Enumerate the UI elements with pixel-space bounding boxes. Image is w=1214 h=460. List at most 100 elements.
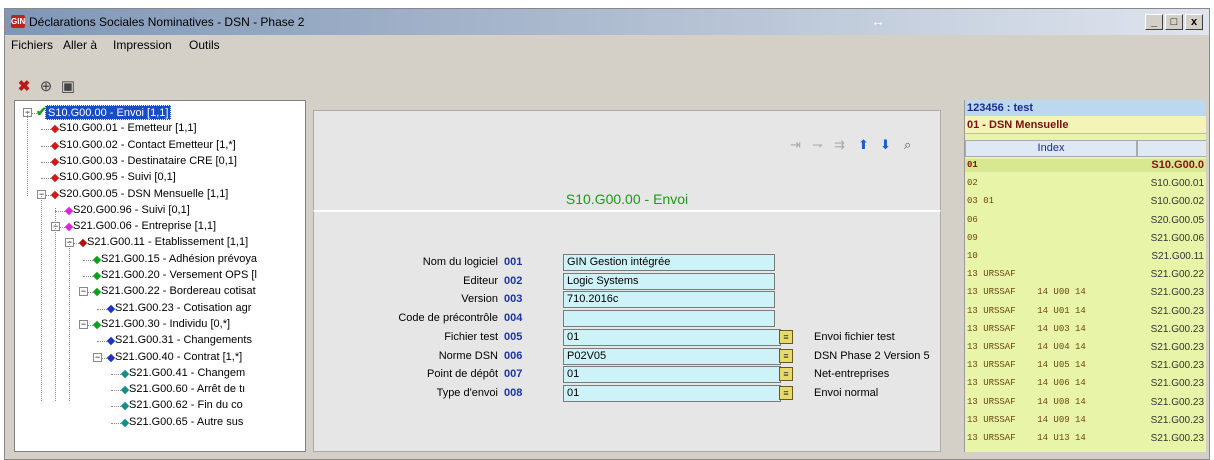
title-bar[interactable]: GIN Déclarations Sociales Nominatives - … <box>5 9 1209 35</box>
index-value: 13 URSSAF 14 U01 14 <box>967 305 1086 316</box>
field-input[interactable]: 01 <box>563 328 781 346</box>
tree-node[interactable]: S21.G00.60 - Arrêt de tı <box>129 382 245 397</box>
index-row[interactable]: 13 URSSAF 14 U06 14 S21.G00.23 <box>965 377 1206 390</box>
index-row[interactable]: 13 URSSAF S21.G00.22 <box>965 268 1206 281</box>
screen-icon[interactable]: ▣ <box>59 78 77 96</box>
tree-panel[interactable]: S10.G00.00 - Envoi [1,1] − ✔ S10.G00.01 - E… <box>14 100 306 452</box>
index-row[interactable]: 03 01 S10.G00.02 <box>965 195 1206 208</box>
field-description: Envoi fichier test <box>814 330 895 343</box>
nav-up-icon[interactable]: ⬆ <box>858 137 869 153</box>
nav-next-icon[interactable]: ⇉ <box>834 137 845 153</box>
nav-down-icon[interactable]: ⬇ <box>880 137 891 153</box>
binoculars-icon[interactable]: ⌕ <box>904 137 911 153</box>
tree-node[interactable]: S21.G00.62 - Fin du co <box>129 398 243 413</box>
tree-node[interactable]: S21.G00.31 - Changements <box>115 333 252 348</box>
panel-splitter[interactable] <box>956 100 964 452</box>
tree-node[interactable]: S21.G00.30 - Individu [0,*] <box>101 317 230 332</box>
field-input[interactable]: P02V05 <box>563 347 781 365</box>
segment-code: S21.G00.23 <box>1150 433 1204 444</box>
tree-node[interactable]: S21.G00.65 - Autre sus <box>129 415 243 430</box>
lookup-icon[interactable]: ≡ <box>779 367 793 382</box>
lock-icon[interactable]: ⊕ <box>37 78 55 96</box>
index-row[interactable]: 10 S21.G00.11 <box>965 250 1206 263</box>
minimize-button[interactable]: _ <box>1145 14 1163 30</box>
menu-fichiers[interactable]: Fichiers <box>11 38 53 52</box>
lookup-icon[interactable]: ≡ <box>779 329 793 344</box>
tree-node[interactable]: S10.G00.01 - Emetteur [1,1] <box>59 121 197 136</box>
index-value: 13 URSSAF 14 U06 14 <box>967 378 1086 389</box>
app-icon: GIN <box>11 15 26 28</box>
tree-bullet-icon <box>50 141 60 150</box>
segment-code: S21.G00.11 <box>1151 251 1204 262</box>
field-code: 007 <box>504 368 523 381</box>
tree-node[interactable]: S10.G00.03 - Destinataire CRE [0,1] <box>59 154 237 169</box>
tree-node[interactable]: S21.G00.23 - Cotisation agr <box>115 301 251 316</box>
tree-node[interactable]: S10.G00.02 - Contact Emetteur [1,*] <box>59 138 236 153</box>
close-button[interactable]: x <box>1185 14 1203 30</box>
index-row[interactable]: 13 URSSAF 14 U03 14 S21.G00.23 <box>965 323 1206 336</box>
tree-node[interactable]: S21.G00.11 - Etablissement [1,1] <box>87 235 248 250</box>
tree-bullet-icon <box>92 271 102 281</box>
index-row[interactable]: 13 URSSAF 14 U09 14 S21.G00.23 <box>965 414 1206 427</box>
tree-bullet-icon <box>64 206 74 216</box>
index-value: 13 URSSAF 14 U09 14 <box>967 414 1086 425</box>
tree-node[interactable]: S21.G00.06 - Entreprise [1,1] <box>73 219 216 234</box>
field-input[interactable]: GIN Gestion intégrée <box>563 254 775 271</box>
tree-node[interactable]: S21.G00.15 - Adhésion prévoya <box>101 252 257 267</box>
index-row[interactable]: 06 S20.G00.05 <box>965 214 1206 227</box>
segment-code: S10.G00.0 <box>1151 159 1204 171</box>
tree-node[interactable]: S21.G00.40 - Contrat [1,*] <box>115 350 242 365</box>
index-row[interactable]: 13 URSSAF 14 U00 14 S21.G00.23 <box>965 286 1206 299</box>
index-column-header[interactable]: Index <box>965 140 1137 157</box>
check-icon: ✔ <box>36 104 47 119</box>
tree-node[interactable]: S21.G00.22 - Bordereau cotisat <box>101 284 256 299</box>
delete-icon[interactable]: ✖ <box>15 78 33 96</box>
index-row[interactable]: 13 URSSAF 14 U05 14 S21.G00.23 <box>965 359 1206 372</box>
tree-expander[interactable]: − <box>79 287 88 297</box>
index-row[interactable]: 02 S10.G00.01 <box>965 177 1206 190</box>
field-input[interactable]: 01 <box>563 384 781 402</box>
segment-code: S21.G00.23 <box>1150 396 1204 408</box>
index-row[interactable]: 01 S10.G00.0 <box>965 159 1206 172</box>
index-row[interactable]: 13 URSSAF 14 U01 14 S21.G00.23 <box>965 305 1206 318</box>
field-label: Code de précontrôle <box>398 312 498 325</box>
field-label: Version <box>461 293 498 306</box>
segment-code: S10.G00.02 <box>1150 196 1204 208</box>
menu-impression[interactable]: Impression <box>113 38 172 52</box>
tree-expander[interactable]: − <box>79 319 88 329</box>
menu-outils[interactable]: Outils <box>189 38 220 52</box>
tree-node[interactable]: S20.G00.05 - DSN Mensuelle [1,1] <box>59 187 228 202</box>
resize-icon[interactable]: ↔ <box>871 13 885 29</box>
index-row[interactable]: 09 S21.G00.06 <box>965 232 1206 245</box>
field-input[interactable]: Logic Systems <box>563 272 775 290</box>
field-input[interactable]: 710.2016c <box>563 291 775 309</box>
tree-node[interactable]: S10.G00.00 - Envoi [1,1] <box>45 105 172 120</box>
tree-node[interactable]: S10.G00.95 - Suivi [0,1] <box>59 170 176 185</box>
index-value: 13 URSSAF <box>967 269 1016 280</box>
nav-first-icon[interactable]: ⇥ <box>790 137 801 153</box>
nav-prev-icon[interactable]: ⇁ <box>812 137 823 153</box>
menu-aller-a[interactable]: Aller à <box>63 38 97 52</box>
field-code: 002 <box>504 274 523 287</box>
toolbar: ✖ ⊕ ▣ <box>5 54 1209 100</box>
tree-bullet-icon <box>106 304 116 313</box>
code-column-header[interactable] <box>1137 140 1206 157</box>
tree-node[interactable]: S20.G00.96 - Suivi [0,1] <box>73 203 190 218</box>
tree-bullet-icon <box>106 353 116 362</box>
field-input[interactable]: 01 <box>563 366 781 384</box>
tree-node[interactable]: S21.G00.20 - Versement OPS [l <box>101 268 257 283</box>
tree-bullet-icon <box>92 255 102 264</box>
field-input[interactable] <box>563 310 775 328</box>
segment-code: S21.G00.23 <box>1150 360 1204 372</box>
lookup-icon[interactable]: ≡ <box>779 348 793 363</box>
maximize-button[interactable]: □ <box>1165 14 1183 30</box>
index-row[interactable]: 13 URSSAF 14 U08 14 S21.G00.23 <box>965 396 1206 409</box>
field-code: 006 <box>504 349 523 362</box>
field-code: 008 <box>504 386 523 399</box>
tree-expander[interactable]: − <box>93 352 102 362</box>
segment-code: S10.G00.01 <box>1150 178 1204 190</box>
index-row[interactable]: 13 URSSAF 14 U13 14 S21.G00.23 <box>965 432 1206 445</box>
lookup-icon[interactable]: ≡ <box>779 385 793 400</box>
tree-node[interactable]: S21.G00.41 - Changem <box>129 366 245 381</box>
index-row[interactable]: 13 URSSAF 14 U04 14 S21.G00.23 <box>965 341 1206 354</box>
